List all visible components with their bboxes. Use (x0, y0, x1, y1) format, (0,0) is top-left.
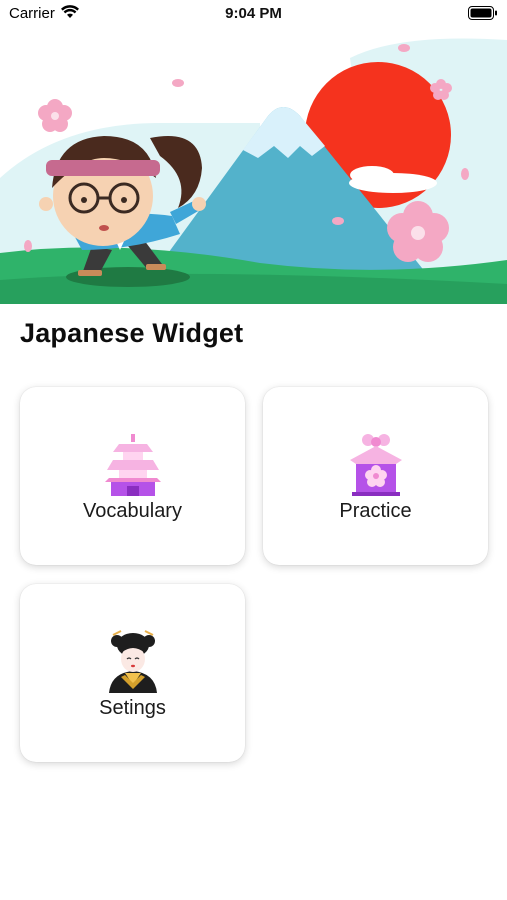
page-title: Japanese Widget (20, 318, 244, 348)
battery-icon (468, 6, 497, 20)
settings-tile[interactable]: Setings (20, 584, 245, 762)
practice-label: Practice (339, 500, 412, 522)
temple-icon (349, 434, 402, 496)
mount-fuji-illustration (0, 38, 507, 304)
status-bar: Carrier 9:04 PM (0, 0, 507, 28)
pagoda-icon (104, 434, 161, 496)
geisha-icon (108, 630, 157, 693)
clock: 9:04 PM (225, 5, 282, 22)
vocabulary-tile[interactable]: Vocabulary (20, 387, 245, 565)
hero-banner (0, 28, 507, 304)
settings-label: Setings (99, 697, 166, 719)
practice-tile[interactable]: Practice (263, 387, 488, 565)
vocabulary-label: Vocabulary (83, 500, 182, 522)
